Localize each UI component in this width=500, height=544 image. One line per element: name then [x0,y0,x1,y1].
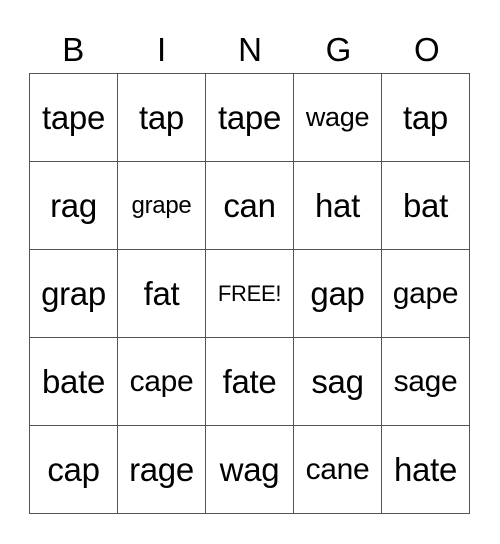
bingo-cell[interactable]: gap [294,250,382,338]
bingo-cell[interactable]: fate [206,338,294,426]
bingo-cell[interactable]: rage [118,426,206,514]
bingo-cell[interactable]: hat [294,162,382,250]
bingo-cell[interactable]: tap [118,74,206,162]
bingo-cell[interactable]: cane [294,426,382,514]
bingo-cell[interactable]: tape [206,74,294,162]
bingo-cell[interactable]: cape [118,338,206,426]
bingo-cell[interactable]: sag [294,338,382,426]
bingo-cell[interactable]: cap [30,426,118,514]
bingo-cell[interactable]: gape [382,250,470,338]
bingo-cell[interactable]: bat [382,162,470,250]
bingo-cell[interactable]: wage [294,74,382,162]
bingo-cell[interactable]: can [206,162,294,250]
bingo-cell[interactable]: bate [30,338,118,426]
bingo-header: B I N G O [29,28,471,72]
header-letter-n: N [238,31,262,68]
bingo-cell[interactable]: tape [30,74,118,162]
header-letter-o: O [413,31,440,68]
bingo-cell[interactable]: grap [30,250,118,338]
bingo-cell[interactable]: grape [118,162,206,250]
bingo-cell[interactable]: sage [382,338,470,426]
header-letter-b: B [62,31,85,68]
header-letter-i: I [157,31,167,68]
bingo-cell[interactable]: fat [118,250,206,338]
bingo-cell[interactable]: rag [30,162,118,250]
bingo-card-grid: tape tap tape wage tap rag grape can hat… [29,73,470,514]
bingo-cell[interactable]: hate [382,426,470,514]
free-space-cell[interactable]: FREE! [206,250,294,338]
header-letter-g: G [325,31,352,68]
bingo-cell[interactable]: wag [206,426,294,514]
bingo-cell[interactable]: tap [382,74,470,162]
